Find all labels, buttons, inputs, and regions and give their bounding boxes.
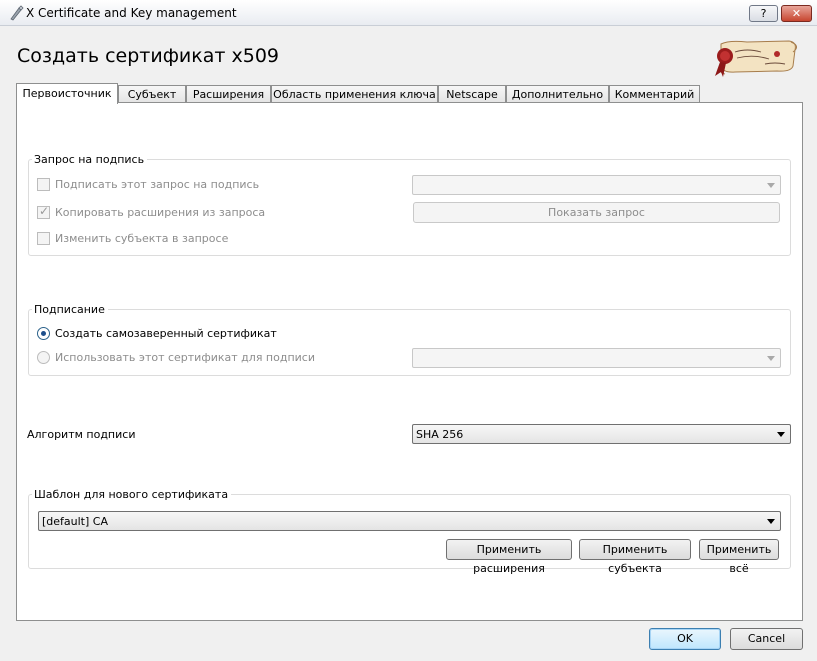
self-signed-radio[interactable] [37, 327, 50, 340]
window-title: X Certificate and Key management [26, 6, 237, 20]
tab-source[interactable]: Первоисточник [16, 83, 118, 104]
sign-request-option[interactable]: Подписать этот запрос на подпись [37, 178, 259, 191]
signing-cert-select[interactable] [412, 348, 781, 368]
modify-subject-checkbox[interactable] [37, 232, 50, 245]
app-icon [10, 5, 24, 21]
close-button[interactable]: ✕ [781, 5, 812, 22]
xca-logo [715, 40, 797, 77]
chevron-down-icon [767, 519, 775, 524]
copy-extensions-option[interactable]: Копировать расширения из запроса [37, 204, 266, 219]
signature-algorithm-value: SHA 256 [416, 428, 464, 441]
chevron-down-icon [767, 183, 775, 188]
signing-group-label: Подписание [32, 303, 108, 316]
tab-panel-source: Запрос на подпись Подписать этот запрос … [16, 102, 803, 621]
use-cert-radio[interactable] [37, 351, 50, 364]
template-group-label: Шаблон для нового сертификата [32, 488, 232, 501]
use-cert-label: Использовать этот сертификат для подписи [55, 351, 315, 364]
signing-request-group-label: Запрос на подпись [32, 153, 148, 166]
show-request-button[interactable]: Показать запрос [413, 202, 780, 223]
self-signed-label: Создать самозаверенный сертификат [55, 327, 277, 340]
copy-extensions-checkbox[interactable] [37, 204, 50, 219]
modify-subject-label: Изменить субъекта в запросе [55, 232, 229, 245]
chevron-down-icon [767, 356, 775, 361]
apply-subject-button[interactable]: Применить субъекта [579, 539, 691, 575]
copy-extensions-label: Копировать расширения из запроса [55, 206, 266, 219]
tab-strip: Первоисточник Субъект Расширения Область… [16, 83, 806, 104]
apply-all-button[interactable]: Применить всё [699, 539, 779, 575]
sign-request-label: Подписать этот запрос на подпись [55, 178, 260, 191]
ok-button[interactable]: OK [649, 628, 721, 650]
self-signed-option[interactable]: Создать самозаверенный сертификат [37, 327, 277, 340]
page-title: Создать сертификат x509 [17, 45, 280, 67]
request-select[interactable] [412, 175, 781, 195]
window-titlebar: X Certificate and Key management ? ✕ [0, 0, 817, 26]
template-select[interactable]: [default] CA [38, 511, 781, 531]
signature-algorithm-select[interactable]: SHA 256 [412, 424, 791, 444]
chevron-down-icon [777, 432, 785, 437]
help-button[interactable]: ? [749, 5, 778, 22]
modify-subject-option[interactable]: Изменить субъекта в запросе [37, 232, 228, 245]
use-cert-option[interactable]: Использовать этот сертификат для подписи [37, 351, 315, 364]
cancel-button[interactable]: Cancel [730, 628, 803, 650]
apply-extensions-button[interactable]: Применить расширения [446, 539, 572, 575]
template-select-value: [default] CA [42, 515, 108, 528]
signature-algorithm-label: Алгоритм подписи [27, 428, 136, 441]
sign-request-checkbox[interactable] [37, 178, 50, 191]
